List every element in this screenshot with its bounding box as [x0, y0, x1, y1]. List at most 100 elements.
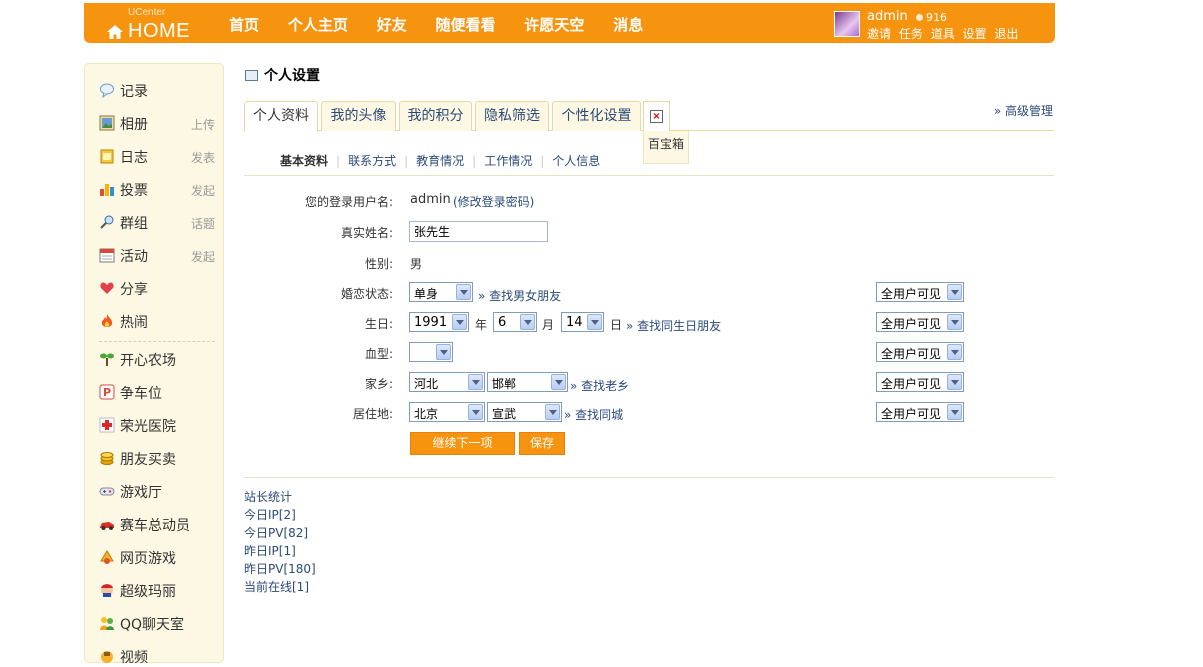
sidebar-item-action[interactable]: 话题 [191, 215, 215, 232]
blood-type-label: 血型: [364, 347, 393, 361]
subnav-personal[interactable]: 个人信息 [552, 154, 600, 168]
month-unit: 月 [542, 318, 555, 332]
sidebar-item-share[interactable]: 分享 [99, 277, 215, 299]
sidebar-item-album[interactable]: 相册 上传 [99, 112, 215, 134]
blood-privacy-select[interactable]: 全用户可见 [876, 342, 964, 362]
nav-friends[interactable]: 好友 [377, 14, 407, 35]
marital-select[interactable]: 单身 [409, 282, 473, 302]
nav-personal-page[interactable]: 个人主页 [288, 14, 348, 35]
sidebar-item-video[interactable]: 视频 [99, 645, 215, 667]
close-toolbox-tab[interactable]: × [643, 101, 670, 131]
year-unit: 年 [475, 318, 488, 332]
tasks-link[interactable]: 任务 [899, 27, 923, 41]
toolbox-dropdown[interactable]: 百宝箱 [643, 131, 689, 164]
avatar[interactable] [834, 11, 860, 37]
sidebar-item-action[interactable]: 上传 [191, 116, 215, 133]
residence-city-select[interactable]: 宣武 [487, 402, 562, 422]
uchome-logo[interactable]: UCenter HOME [106, 7, 216, 42]
page-title-text: 个人设置 [264, 68, 320, 84]
today-pv-link[interactable]: 今日PV[82] [244, 524, 316, 542]
gender-label: 性别: [364, 257, 393, 271]
online-now-link[interactable]: 当前在线[1] [244, 578, 316, 596]
sidebar-item-web-games[interactable]: 网页游戏 [99, 546, 215, 568]
sidebar-item-action[interactable]: 发表 [191, 149, 215, 166]
find-partner-link[interactable]: » 查找男女朋友 [478, 287, 561, 304]
birth-day-value: 14 [566, 315, 583, 330]
blood-type-select[interactable] [409, 342, 453, 362]
gender-value: 男 [410, 257, 423, 271]
realname-input[interactable] [409, 221, 548, 242]
chat-people-icon [100, 617, 114, 630]
yesterday-pv-link[interactable]: 昨日PV[180] [244, 560, 316, 578]
sidebar-item-friend-trade[interactable]: 朋友买卖 [99, 447, 215, 469]
next-step-button[interactable]: 继续下一项 [410, 432, 515, 455]
sidebar-item-game-hall[interactable]: 游戏厅 [99, 480, 215, 502]
birth-year-select[interactable]: 1991 [409, 312, 469, 332]
tab-privacy[interactable]: 隐私筛选 [475, 101, 549, 131]
sidebar-item-happy-farm[interactable]: 开心农场 [99, 348, 215, 370]
sidebar-item-label: 相册 [120, 117, 148, 133]
props-link[interactable]: 道具 [931, 27, 955, 41]
today-ip-link[interactable]: 今日IP[2] [244, 506, 316, 524]
hometown-city-select[interactable]: 邯郸 [487, 372, 568, 392]
yesterday-ip-link[interactable]: 昨日IP[1] [244, 542, 316, 560]
tab-avatar[interactable]: 我的头像 [321, 101, 396, 131]
tab-credits[interactable]: 我的积分 [399, 101, 472, 131]
top-header: UCenter HOME 首页 个人主页 好友 随便看看 许愿天空 消息 adm… [84, 3, 1055, 43]
username-link[interactable]: admin [867, 9, 908, 24]
logo-big-text: HOME [128, 20, 190, 42]
stats-title-link[interactable]: 站长统计 [244, 488, 316, 506]
find-fellow-townsman-link[interactable]: » 查找老乡 [570, 377, 629, 394]
settings-link[interactable]: 设置 [963, 27, 987, 41]
birthday-privacy-select[interactable]: 全用户可见 [876, 312, 964, 332]
page-title: 个人设置 [245, 65, 320, 85]
save-button[interactable]: 保存 [519, 432, 565, 455]
sidebar-item-action[interactable]: 发起 [191, 182, 215, 199]
sidebar-item-hot[interactable]: 热闹 [99, 310, 215, 332]
change-password-link[interactable]: (修改登录密码) [453, 193, 534, 210]
birth-month-select[interactable]: 6 [493, 312, 537, 332]
nav-messages[interactable]: 消息 [613, 14, 643, 35]
nav-browse[interactable]: 随便看看 [436, 14, 496, 35]
subnav-basic[interactable]: 基本资料 [280, 154, 328, 168]
nav-home[interactable]: 首页 [229, 14, 259, 35]
residence-province-select[interactable]: 北京 [409, 402, 485, 422]
login-username-value: admin [410, 192, 451, 207]
subnav-work[interactable]: 工作情况 [484, 154, 532, 168]
birth-day-select[interactable]: 14 [561, 312, 604, 332]
find-same-birthday-link[interactable]: » 查找同生日朋友 [626, 317, 721, 334]
chevron-down-icon [947, 344, 962, 360]
sidebar-item-super-mario[interactable]: 超级玛丽 [99, 579, 215, 601]
sidebar-item-records[interactable]: 记录 [99, 79, 215, 101]
advanced-management-link[interactable]: » 高级管理 [994, 102, 1053, 119]
logout-link[interactable]: 退出 [994, 27, 1018, 41]
hometown-privacy-select[interactable]: 全用户可见 [876, 372, 964, 392]
sidebar-item-vote[interactable]: 投票 发起 [99, 178, 215, 200]
subnav-separator: | [540, 154, 545, 168]
nav-wish-sky[interactable]: 许愿天空 [524, 14, 584, 35]
sidebar-item-label: 热闹 [120, 315, 148, 331]
tab-profile[interactable]: 个人资料 [244, 101, 318, 132]
hometown-province-select[interactable]: 河北 [409, 372, 485, 392]
sidebar-divider [99, 341, 215, 342]
sidebar-item-racing[interactable]: 赛车总动员 [99, 513, 215, 535]
sidebar-item-hospital[interactable]: 荣光医院 [99, 414, 215, 436]
find-same-city-link[interactable]: » 查找同城 [564, 406, 623, 423]
sidebar-item-action[interactable]: 发起 [191, 248, 215, 265]
sidebar-item-events[interactable]: 活动 发起 [99, 244, 215, 266]
sidebar-item-groups[interactable]: 群组 话题 [99, 211, 215, 233]
sidebar-item-parking[interactable]: P 争车位 [99, 381, 215, 403]
user-menu: 邀请 任务 道具 设置 退出 [867, 25, 1022, 42]
sidebar-item-label: 投票 [120, 183, 148, 199]
subnav-education[interactable]: 教育情况 [416, 154, 464, 168]
svg-text:P: P [103, 386, 111, 399]
user-box: admin 916 邀请 任务 道具 设置 退出 [834, 8, 1049, 42]
sidebar-item-qq-chat[interactable]: QQ聊天室 [99, 612, 215, 634]
residence-privacy-select[interactable]: 全用户可见 [876, 402, 964, 422]
chevron-down-icon [545, 404, 560, 420]
tab-personalize[interactable]: 个性化设置 [552, 101, 641, 131]
subnav-contact[interactable]: 联系方式 [348, 154, 396, 168]
sidebar-item-blog[interactable]: 日志 发表 [99, 145, 215, 167]
invite-link[interactable]: 邀请 [867, 27, 891, 41]
marital-privacy-select[interactable]: 全用户可见 [876, 282, 964, 302]
